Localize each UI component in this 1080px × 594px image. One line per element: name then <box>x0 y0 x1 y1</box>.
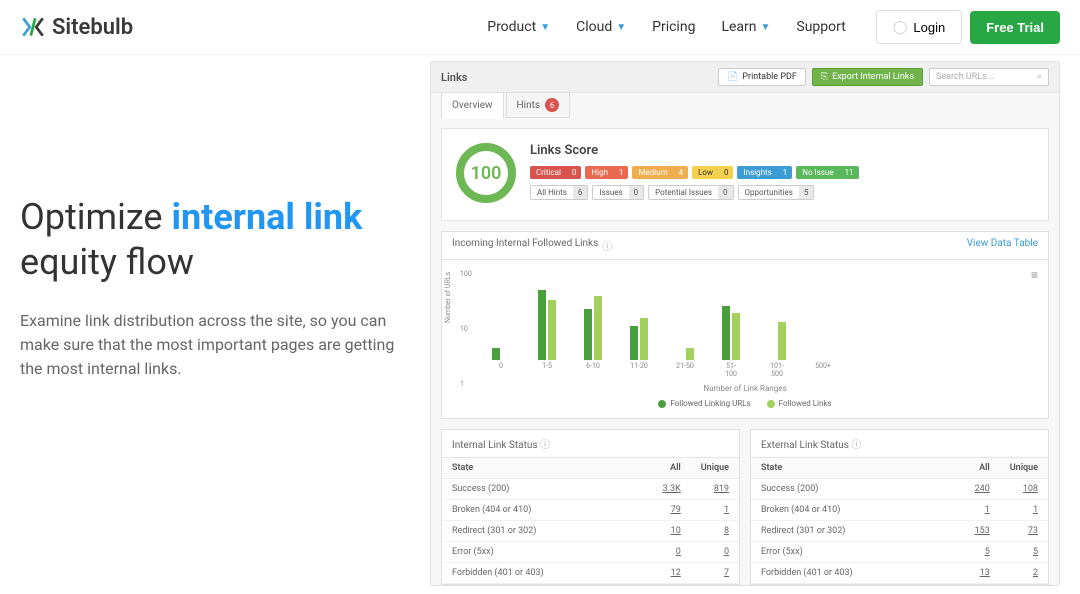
search-icon: ⌕ <box>1037 72 1042 82</box>
table-row[interactable]: Redirect (301 or 302)15373 <box>751 521 1048 542</box>
nav-learn[interactable]: Learn▼ <box>721 19 770 35</box>
filter-potential-issues[interactable]: Potential Issues0 <box>648 185 733 200</box>
incoming-links-chart: Incoming Internal Followed Links ⓘ View … <box>441 231 1049 419</box>
score-title: Links Score <box>530 143 1034 158</box>
links-panel: Links 📄Printable PDF ⎘Export Internal Li… <box>430 61 1060 586</box>
x-axis-label: Number of Link Ranges <box>452 384 1038 393</box>
site-header: Sitebulb Product▼ Cloud▼ Pricing Learn▼ … <box>0 0 1080 55</box>
x-tick: 11-20 <box>630 362 648 378</box>
export-links-button[interactable]: ⎘Export Internal Links <box>812 68 923 86</box>
severity-no-issue[interactable]: No Issue11 <box>796 166 858 179</box>
bar-group[interactable] <box>676 348 694 360</box>
legend-followed-links[interactable]: Followed Links <box>767 399 832 408</box>
severity-medium[interactable]: Medium4 <box>632 166 688 179</box>
chevron-down-icon: ▼ <box>761 22 771 33</box>
bar-group[interactable] <box>492 348 510 360</box>
bar-group[interactable] <box>584 296 602 360</box>
external-link-status-table: External Link Status ⓘ StateAllUniqueSuc… <box>750 429 1049 585</box>
chevron-down-icon: ▼ <box>540 22 550 33</box>
hero-body: Examine link distribution across the sit… <box>20 309 400 381</box>
x-tick: 21-50 <box>676 362 694 378</box>
panel-title: Links <box>441 71 467 84</box>
severity-high[interactable]: High1 <box>585 166 628 179</box>
x-tick: 51-100 <box>722 362 740 378</box>
y-ticks: 100101 <box>460 270 472 388</box>
main-nav: Product▼ Cloud▼ Pricing Learn▼ Support <box>487 19 846 35</box>
x-tick: 1-5 <box>538 362 556 378</box>
links-score-section: 100 Links Score Critical0 High1 Medium4 Low… <box>441 128 1049 221</box>
filter-opportunities[interactable]: Opportunities5 <box>738 185 815 200</box>
info-icon[interactable]: ⓘ <box>540 440 550 451</box>
bar-group[interactable] <box>538 290 556 360</box>
chevron-down-icon: ▼ <box>616 22 626 33</box>
nav-cloud[interactable]: Cloud▼ <box>576 19 626 35</box>
bar-group[interactable] <box>722 306 740 360</box>
score-donut: 100 <box>456 143 516 203</box>
x-tick: 101-500 <box>768 362 786 378</box>
export-icon: ⎘ <box>821 72 828 82</box>
hero-copy: Optimize internal link equity flow Exami… <box>20 55 400 594</box>
table-row[interactable]: Success (200)3.3K819 <box>442 479 739 500</box>
internal-link-status-table: Internal Link Status ⓘ StateAllUniqueSuc… <box>441 429 740 585</box>
info-icon[interactable]: ⓘ <box>851 440 861 451</box>
sitebulb-icon <box>20 14 46 40</box>
table-row[interactable]: Redirect (301 or 302)108 <box>442 521 739 542</box>
filter-all-hints[interactable]: All Hints6 <box>530 185 588 200</box>
chart-title: Incoming Internal Followed Links <box>452 238 598 253</box>
view-data-table-link[interactable]: View Data Table <box>967 238 1038 253</box>
table-row[interactable]: Success (200)240108 <box>751 479 1048 500</box>
bar-group[interactable] <box>768 322 786 360</box>
table-row[interactable]: Broken (404 or 410)791 <box>442 500 739 521</box>
tab-hints[interactable]: Hints6 <box>506 92 571 118</box>
x-tick: 500+ <box>814 362 832 378</box>
chart-menu-icon[interactable]: ≡ <box>1031 268 1038 282</box>
user-icon: ◯ <box>893 19 908 35</box>
nav-product[interactable]: Product▼ <box>487 19 550 35</box>
printable-pdf-button[interactable]: 📄Printable PDF <box>718 68 806 86</box>
severity-insights[interactable]: Insights1 <box>737 166 792 179</box>
filter-issues[interactable]: Issues0 <box>592 185 644 200</box>
bar-group[interactable] <box>630 318 648 360</box>
table-row[interactable]: Forbidden (401 or 403)127 <box>442 563 739 584</box>
table-row[interactable]: Broken (404 or 410)11 <box>751 500 1048 521</box>
table-row[interactable]: Error (5xx)00 <box>442 542 739 563</box>
table-row[interactable]: Error (5xx)55 <box>751 542 1048 563</box>
brand-name: Sitebulb <box>52 15 133 40</box>
y-axis-label: Number of URLs <box>444 272 452 323</box>
free-trial-button[interactable]: Free Trial <box>970 11 1060 44</box>
nav-support[interactable]: Support <box>796 19 845 35</box>
x-tick: 6-10 <box>584 362 602 378</box>
severity-low[interactable]: Low0 <box>692 166 733 179</box>
search-urls-input[interactable]: Search URLs...⌕ <box>929 68 1049 86</box>
pdf-icon: 📄 <box>727 72 738 82</box>
hints-badge: 6 <box>545 98 559 112</box>
login-button[interactable]: ◯Login <box>876 10 962 44</box>
x-tick: 0 <box>492 362 510 378</box>
table-row[interactable]: Forbidden (401 or 403)132 <box>751 563 1048 584</box>
tab-overview[interactable]: Overview <box>441 92 504 119</box>
nav-pricing[interactable]: Pricing <box>652 19 695 35</box>
legend-followed-linking-urls[interactable]: Followed Linking URLs <box>658 399 750 408</box>
brand-logo[interactable]: Sitebulb <box>20 14 133 40</box>
severity-critical[interactable]: Critical0 <box>530 166 581 179</box>
info-icon[interactable]: ⓘ <box>602 238 612 253</box>
hero-heading: Optimize internal link equity flow <box>20 195 400 285</box>
